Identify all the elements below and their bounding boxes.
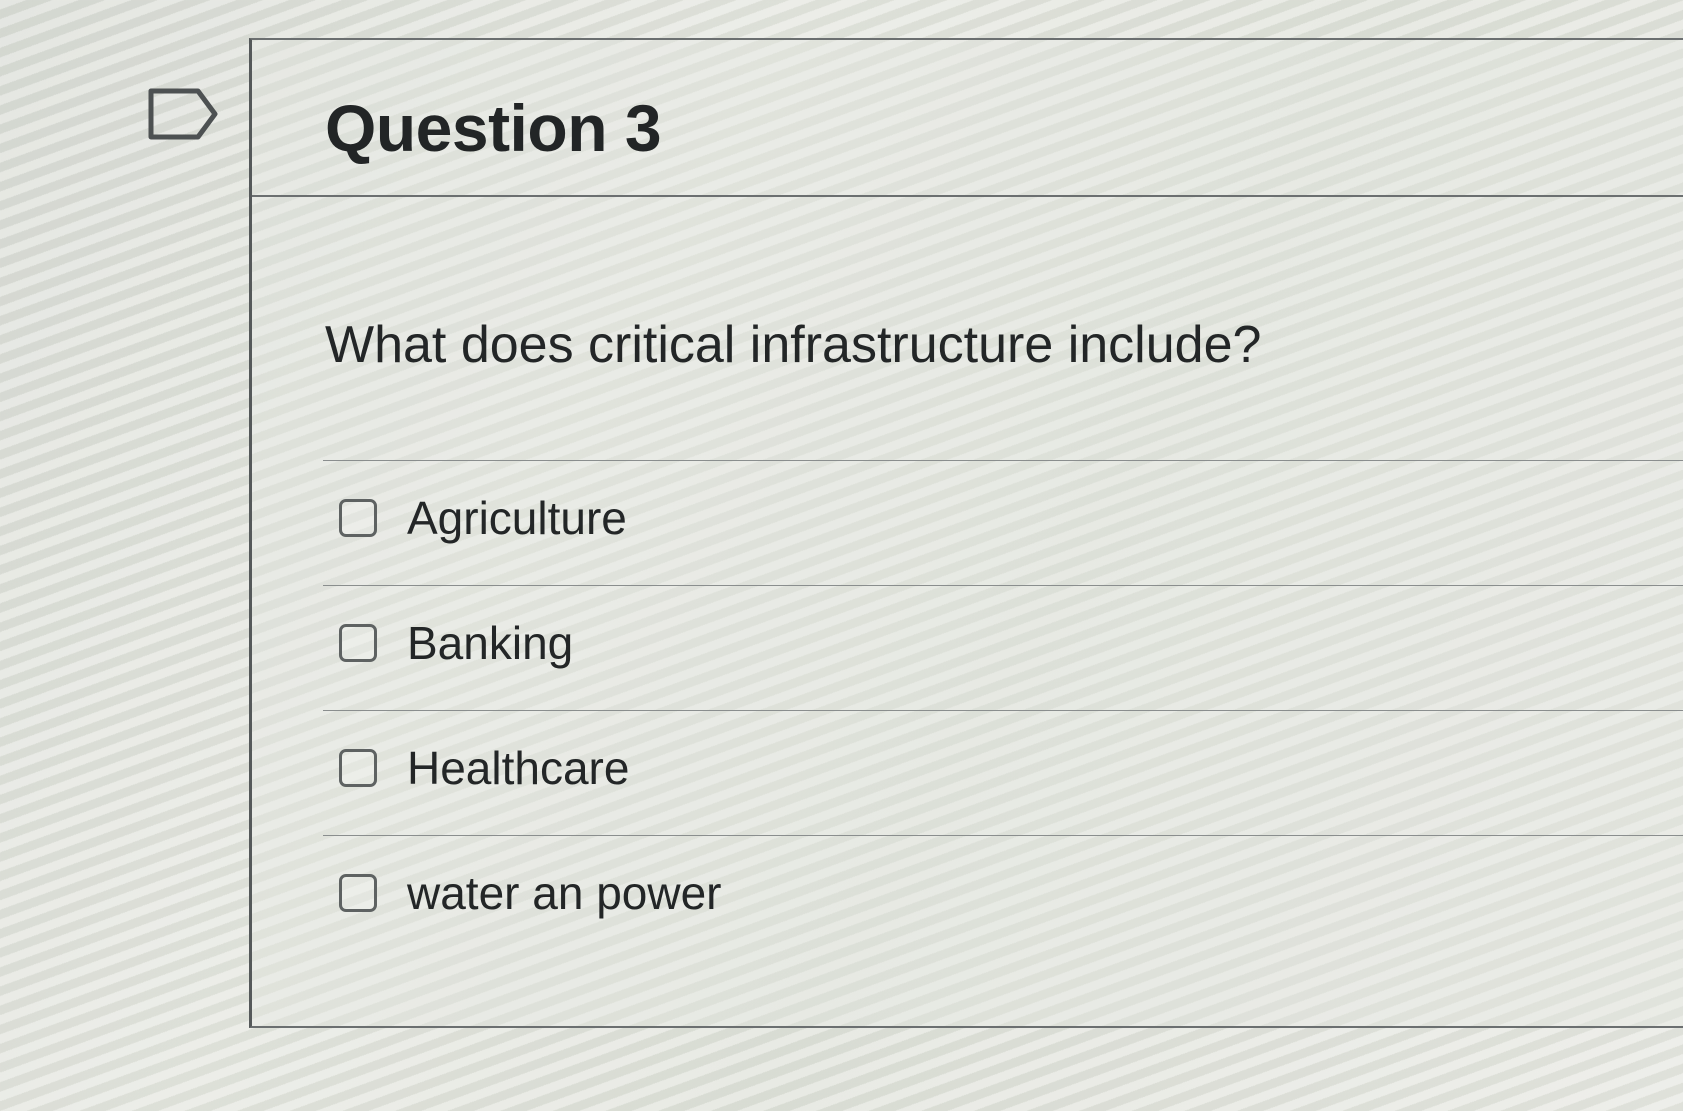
answer-checkbox[interactable]	[339, 499, 377, 537]
answer-option-healthcare[interactable]: Healthcare	[323, 710, 1683, 835]
answer-checkbox[interactable]	[339, 874, 377, 912]
answer-option-water-and-power[interactable]: water an power	[323, 835, 1683, 960]
answer-label: Agriculture	[407, 492, 627, 544]
answer-option-agriculture[interactable]: Agriculture	[323, 460, 1683, 585]
answer-label: water an power	[407, 867, 722, 919]
flag-question-icon[interactable]	[148, 88, 218, 140]
answer-checkbox[interactable]	[339, 749, 377, 787]
question-header: Question 3	[252, 40, 1683, 197]
answer-list: Agriculture Banking Healthcare water an …	[323, 460, 1683, 960]
answer-label: Banking	[407, 617, 574, 669]
question-prompt: What does critical infrastructure includ…	[325, 316, 1262, 374]
question-title: Question 3	[325, 91, 662, 165]
answer-option-banking[interactable]: Banking	[323, 585, 1683, 710]
question-panel: Question 3 What does critical infrastruc…	[249, 38, 1683, 1028]
answer-checkbox[interactable]	[339, 624, 377, 662]
answer-label: Healthcare	[407, 742, 630, 794]
